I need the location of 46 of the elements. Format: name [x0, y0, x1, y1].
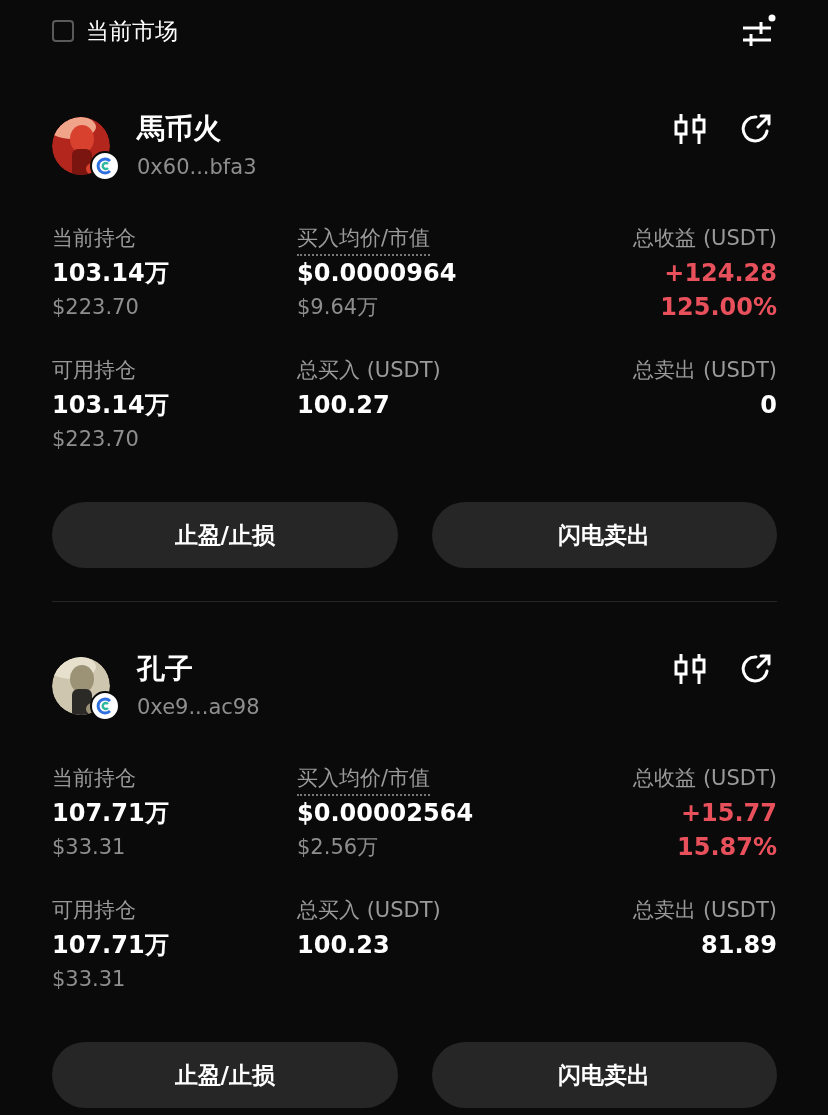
stat-value: $33.31	[52, 966, 126, 993]
chain-badge-icon	[90, 151, 120, 181]
stat-value: $33.31	[52, 834, 126, 861]
token-address: 0x60...bfa3	[137, 154, 258, 180]
stat-value: $2.56万	[297, 834, 379, 861]
stat-value: $223.70	[52, 426, 139, 453]
action-button[interactable]: 闪电卖出	[431, 502, 777, 568]
stat-label: 可用持仓	[52, 357, 136, 384]
stat-value: $9.64万	[297, 294, 379, 321]
token-name: 孔子	[137, 652, 194, 686]
action-button[interactable]: 闪电卖出	[431, 1042, 777, 1108]
stat-label: 总收益 (USDT)	[633, 765, 777, 792]
stat-label: 总卖出 (USDT)	[633, 897, 777, 924]
stat-value: 100.27	[297, 390, 390, 421]
stat-label[interactable]: 买入均价/市值	[297, 222, 431, 256]
stat-value: 81.89	[701, 930, 777, 961]
stat-value: +124.28	[664, 258, 777, 289]
action-button[interactable]: 止盈/止损	[52, 1042, 398, 1108]
token-name: 馬币火	[137, 112, 222, 146]
action-button[interactable]: 止盈/止损	[52, 502, 398, 568]
candlestick-chart-icon[interactable]	[673, 112, 707, 146]
stat-value: +15.77	[680, 798, 777, 829]
stat-label: 当前持仓	[52, 765, 136, 792]
stat-label[interactable]: 买入均价/市值	[297, 762, 431, 796]
stat-value: 103.14万	[52, 258, 169, 289]
stat-label: 可用持仓	[52, 897, 136, 924]
stat-value: 107.71万	[52, 798, 169, 829]
stat-value: 125.00%	[660, 292, 777, 323]
stat-value: 107.71万	[52, 930, 169, 961]
stat-value: $0.00002564	[297, 798, 474, 829]
checkbox[interactable]	[52, 20, 74, 42]
stat-value: 103.14万	[52, 390, 169, 421]
checkbox-label[interactable]: 当前市场	[86, 15, 178, 47]
stat-value: 100.23	[297, 930, 390, 961]
stat-value: $0.0000964	[297, 258, 457, 289]
stat-label: 总买入 (USDT)	[297, 357, 441, 384]
stat-value: $223.70	[52, 294, 139, 321]
stat-label: 总卖出 (USDT)	[633, 357, 777, 384]
stat-value: 0	[760, 390, 777, 421]
stat-value: 15.87%	[677, 832, 777, 863]
stat-label: 总收益 (USDT)	[633, 225, 777, 252]
token-address: 0xe9...ac98	[137, 694, 261, 720]
stat-label: 当前持仓	[52, 225, 136, 252]
stat-label: 总买入 (USDT)	[297, 897, 441, 924]
chain-badge-icon	[90, 691, 120, 721]
candlestick-chart-icon[interactable]	[673, 652, 707, 686]
